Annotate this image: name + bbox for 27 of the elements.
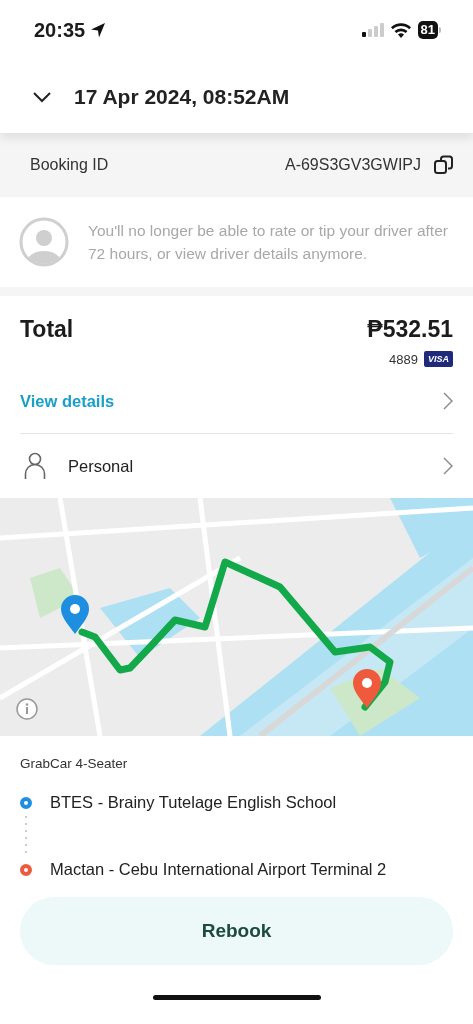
person-icon (24, 452, 46, 480)
total-label: Total (20, 316, 74, 343)
driver-avatar-icon (19, 217, 69, 267)
pickup-pin-icon (60, 594, 90, 634)
rebook-button[interactable]: Rebook (20, 897, 453, 965)
info-icon[interactable] (16, 698, 38, 720)
wifi-icon (390, 22, 411, 38)
battery-level: 81 (417, 21, 438, 39)
copy-icon[interactable] (433, 154, 455, 176)
card-last-digits: 4889 (389, 351, 418, 367)
clock-time: 20:35 (34, 18, 86, 42)
profile-label[interactable]: Personal (68, 456, 134, 476)
trip-date-title: 17 Apr 2024, 08:52AM (74, 84, 290, 109)
dropoff-pin-icon (352, 668, 382, 708)
driver-notice-text: You'll no longer be able to rate or tip your driver after 72 hours, or view driver details anymore. (88, 221, 449, 264)
booking-id-label: Booking ID (30, 156, 110, 174)
chevron-right-icon[interactable] (443, 457, 453, 475)
location-arrow-icon (89, 21, 108, 39)
chevron-right-icon[interactable] (443, 392, 453, 410)
total-amount: ₱532.51 (367, 316, 453, 343)
vehicle-type-label: GrabCar 4-Seater (20, 756, 129, 771)
booking-id-value: A-69S3GV3GWIPJ (284, 156, 421, 174)
stop-address: BTES - Brainy Tutelage English School (50, 793, 337, 812)
stop-address: Mactan - Cebu International Airport Terminal 2 (50, 860, 387, 879)
collapse-chevron-icon[interactable] (32, 90, 52, 103)
signal-icon (361, 23, 384, 37)
card-brand-badge: VISA (424, 351, 453, 367)
